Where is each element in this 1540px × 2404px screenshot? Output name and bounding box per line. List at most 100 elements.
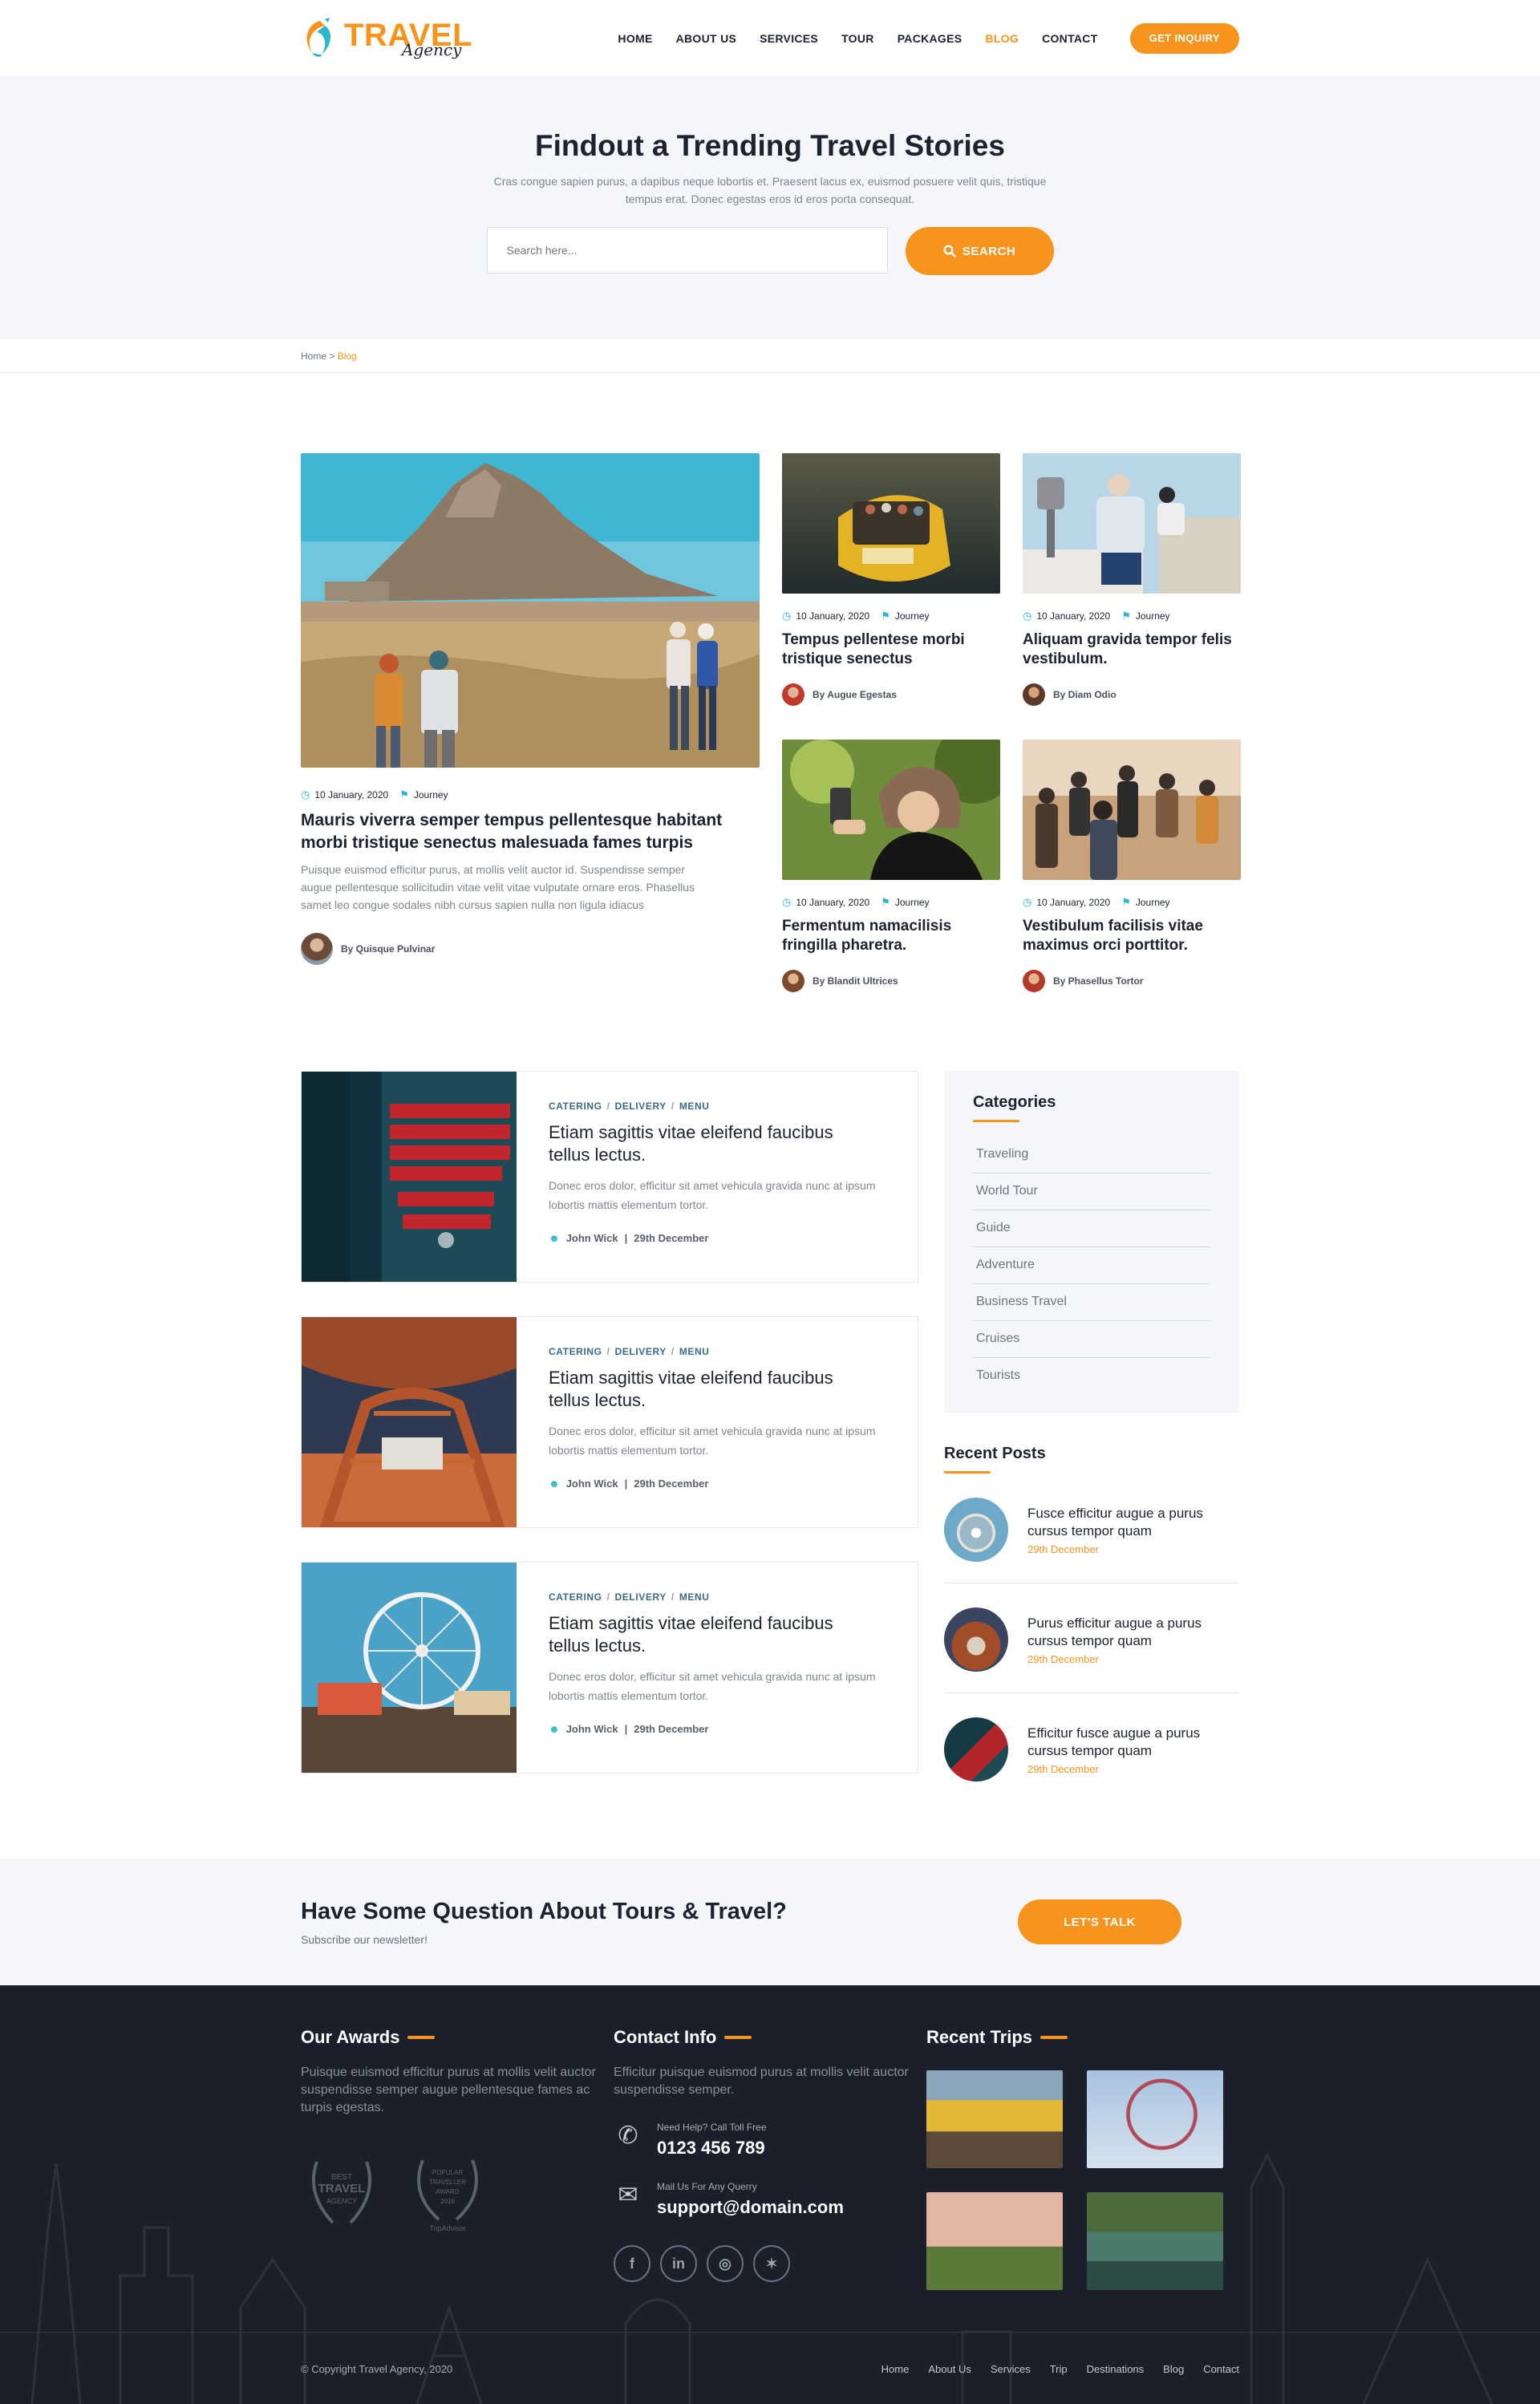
categories-widget: Categories Traveling World Tour Guide Ad… bbox=[944, 1071, 1239, 1413]
list-item[interactable]: CATERING / DELIVERY / MENU Etiam sagittis vi… bbox=[301, 1316, 918, 1528]
twitter-icon[interactable]: ✶ bbox=[753, 2245, 790, 2282]
post-tag[interactable]: DELIVERY bbox=[615, 1346, 667, 1357]
recent-post[interactable]: Fusce efficitur augue a purus cursus tem… bbox=[944, 1474, 1239, 1583]
footer-links: Home About Us Services Trip Destinations… bbox=[881, 2363, 1239, 2375]
author-name[interactable]: By Phasellus Tortor bbox=[1053, 975, 1143, 987]
search-bar: SEARCH bbox=[0, 227, 1540, 275]
author-name[interactable]: By Quisque Pulvinar bbox=[341, 943, 435, 955]
category-item[interactable]: Business Travel bbox=[973, 1284, 1210, 1321]
search-input[interactable] bbox=[486, 227, 888, 274]
footer-link-services[interactable]: Services bbox=[991, 2363, 1031, 2375]
nav-home[interactable]: HOME bbox=[618, 32, 652, 45]
card-image[interactable] bbox=[1023, 740, 1241, 880]
logo[interactable]: TRAVEL Agency bbox=[301, 16, 472, 61]
recent-post[interactable]: Purus efficitur augue a purus cursus tem… bbox=[944, 1583, 1239, 1693]
recent-post-thumb[interactable] bbox=[944, 1717, 1008, 1782]
post-excerpt: Donec eros dolor, efficitur sit amet veh… bbox=[549, 1670, 876, 1702]
featured-main-post[interactable]: ◷ 10 January, 2020 ⚑ Journey Mauris viverr… bbox=[301, 453, 760, 992]
post-image[interactable] bbox=[302, 1563, 517, 1773]
breadcrumb-home[interactable]: Home bbox=[301, 351, 326, 362]
post-tag[interactable]: CATERING bbox=[549, 1346, 602, 1357]
category-item[interactable]: Guide bbox=[973, 1210, 1210, 1247]
facebook-icon[interactable]: f bbox=[614, 2245, 650, 2282]
post-image[interactable] bbox=[302, 1317, 517, 1527]
post-tag[interactable]: CATERING bbox=[549, 1591, 602, 1603]
author-name[interactable]: By Diam Odio bbox=[1053, 689, 1116, 700]
nav-about[interactable]: ABOUT US bbox=[676, 32, 737, 45]
trip-thumbnail[interactable] bbox=[1087, 2192, 1223, 2290]
card-title[interactable]: Fermentum namacilisis fringilla pharetra… bbox=[782, 917, 1000, 955]
recent-post-thumb[interactable] bbox=[944, 1498, 1008, 1562]
post-tag[interactable]: Journey bbox=[895, 897, 930, 908]
footer-link-home[interactable]: Home bbox=[881, 2363, 910, 2375]
award-text-line: BEST bbox=[331, 2173, 352, 2182]
footer-link-destinations[interactable]: Destinations bbox=[1087, 2363, 1145, 2375]
card-image[interactable] bbox=[782, 740, 1000, 880]
author-name[interactable]: By Blandit Ultrices bbox=[813, 975, 898, 987]
author-name[interactable]: John Wick bbox=[566, 1232, 618, 1244]
recent-post-title[interactable]: Purus efficitur augue a purus cursus tem… bbox=[1027, 1615, 1236, 1650]
footer-link-blog[interactable]: Blog bbox=[1163, 2363, 1184, 2375]
featured-card[interactable]: ◷ 10 January, 2020 ⚑ Journey Tempus pellen… bbox=[782, 453, 1000, 706]
post-title[interactable]: Etiam sagittis vitae eleifend faucibus t… bbox=[549, 1121, 869, 1166]
card-title[interactable]: Vestibulum facilisis vitae maximus orci … bbox=[1023, 917, 1241, 955]
linkedin-icon[interactable]: in bbox=[660, 2245, 697, 2282]
post-image[interactable] bbox=[302, 1072, 517, 1282]
cta-title: Have Some Question About Tours & Travel? bbox=[301, 1898, 787, 1924]
footer-link-about[interactable]: About Us bbox=[928, 2363, 971, 2375]
featured-card[interactable]: ◷ 10 January, 2020 ⚑ Journey Fermentum nam… bbox=[782, 740, 1000, 992]
recent-post-thumb[interactable] bbox=[944, 1607, 1008, 1672]
category-item[interactable]: Tourists bbox=[973, 1358, 1210, 1395]
nav-services[interactable]: SERVICES bbox=[760, 32, 818, 45]
trip-thumbnail[interactable] bbox=[926, 2192, 1063, 2290]
phone-number[interactable]: 0123 456 789 bbox=[657, 2138, 767, 2159]
trip-thumbnail[interactable] bbox=[926, 2070, 1063, 2168]
post-title[interactable]: Etiam sagittis vitae eleifend faucibus t… bbox=[549, 1612, 869, 1657]
featured-main-title[interactable]: Mauris viverra semper tempus pellentesqu… bbox=[301, 809, 760, 854]
trip-thumbnail[interactable] bbox=[1087, 2070, 1223, 2168]
card-image[interactable] bbox=[782, 453, 1000, 594]
search-button[interactable]: SEARCH bbox=[905, 227, 1054, 275]
post-tag[interactable]: Journey bbox=[1136, 897, 1170, 908]
card-title[interactable]: Tempus pellentese morbi tristique senect… bbox=[782, 630, 1000, 669]
recent-post-title[interactable]: Efficitur fusce augue a purus cursus tem… bbox=[1027, 1725, 1236, 1760]
instagram-icon[interactable]: ◎ bbox=[707, 2245, 744, 2282]
category-item[interactable]: World Tour bbox=[973, 1174, 1210, 1210]
post-tag[interactable]: DELIVERY bbox=[615, 1591, 667, 1603]
post-tag[interactable]: DELIVERY bbox=[615, 1101, 667, 1112]
lets-talk-button[interactable]: LET'S TALK bbox=[1018, 1899, 1181, 1944]
featured-card[interactable]: ◷ 10 January, 2020 ⚑ Journey Vestibulum fa… bbox=[1023, 740, 1241, 992]
author-name[interactable]: John Wick bbox=[566, 1478, 618, 1490]
card-image[interactable] bbox=[1023, 453, 1241, 594]
footer-recent-trips: Recent Trips bbox=[926, 2027, 1239, 2290]
category-item[interactable]: Cruises bbox=[973, 1321, 1210, 1358]
category-item[interactable]: Traveling bbox=[973, 1137, 1210, 1174]
footer-link-trip[interactable]: Trip bbox=[1050, 2363, 1068, 2375]
author-name[interactable]: John Wick bbox=[566, 1723, 618, 1735]
get-inquiry-button[interactable]: GET INQUIRY bbox=[1129, 22, 1239, 54]
author-name[interactable]: By Augue Egestas bbox=[813, 689, 897, 700]
mail-label: Mail Us For Any Querry bbox=[657, 2181, 757, 2192]
list-item[interactable]: CATERING / DELIVERY / MENU Etiam sagittis vi… bbox=[301, 1562, 918, 1774]
post-tag[interactable]: MENU bbox=[679, 1101, 710, 1112]
recent-post-title[interactable]: Fusce efficitur augue a purus cursus tem… bbox=[1027, 1505, 1236, 1540]
email-address[interactable]: support@domain.com bbox=[657, 2197, 844, 2218]
post-tag[interactable]: Journey bbox=[414, 789, 448, 801]
post-tag[interactable]: Journey bbox=[1136, 610, 1170, 622]
category-item[interactable]: Adventure bbox=[973, 1247, 1210, 1284]
footer-link-contact[interactable]: Contact bbox=[1203, 2363, 1239, 2375]
post-tag[interactable]: MENU bbox=[679, 1591, 710, 1603]
nav-blog[interactable]: BLOG bbox=[985, 32, 1019, 45]
featured-main-image[interactable] bbox=[301, 453, 760, 768]
list-item[interactable]: CATERING / DELIVERY / MENU Etiam sagittis vi… bbox=[301, 1071, 918, 1283]
post-tag[interactable]: Journey bbox=[895, 610, 930, 622]
card-title[interactable]: Aliquam gravida tempor felis vestibulum. bbox=[1023, 630, 1241, 669]
featured-card[interactable]: ◷ 10 January, 2020 ⚑ Journey Aliquam gravi… bbox=[1023, 453, 1241, 706]
nav-contact[interactable]: CONTACT bbox=[1042, 32, 1098, 45]
post-tag[interactable]: CATERING bbox=[549, 1101, 602, 1112]
nav-tour[interactable]: TOUR bbox=[841, 32, 874, 45]
post-title[interactable]: Etiam sagittis vitae eleifend faucibus t… bbox=[549, 1367, 869, 1412]
recent-post[interactable]: Efficitur fusce augue a purus cursus tem… bbox=[944, 1693, 1239, 1802]
post-tag[interactable]: MENU bbox=[679, 1346, 710, 1357]
nav-packages[interactable]: PACKAGES bbox=[898, 32, 962, 45]
